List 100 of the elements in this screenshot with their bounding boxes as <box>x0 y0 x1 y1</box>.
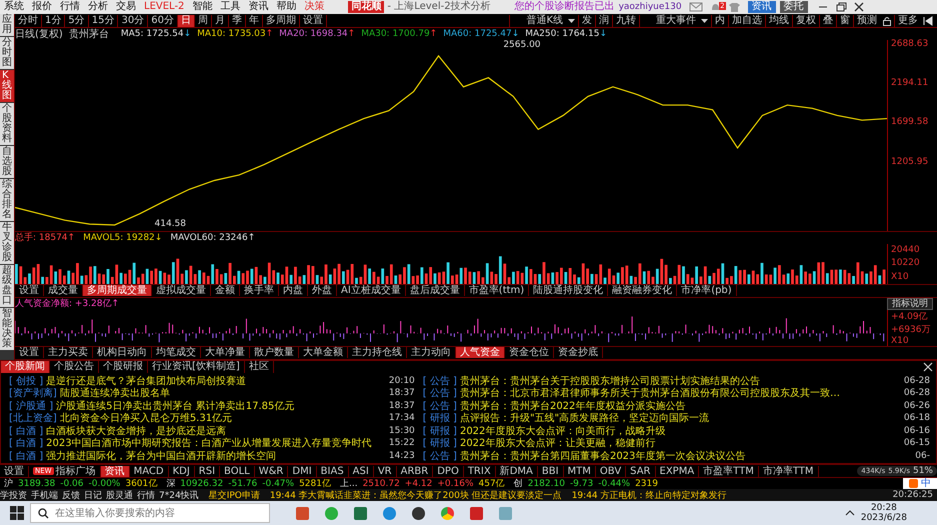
menu-item[interactable]: 资讯 <box>244 1 272 13</box>
indicator-tab[interactable]: DMI <box>288 466 317 476</box>
index-name[interactable]: 沪 <box>4 477 13 490</box>
side-tab[interactable]: 应用 <box>0 14 14 36</box>
period-tab[interactable]: 30分 <box>118 14 148 26</box>
indicator-tab[interactable]: 资金抄底 <box>554 347 603 358</box>
status-link[interactable]: 反馈 <box>62 488 80 502</box>
status-link[interactable]: 行情 <box>137 488 155 502</box>
side-tab[interactable]: 智能决策 <box>0 308 14 350</box>
indicator-tab[interactable]: 大单金额 <box>299 347 348 358</box>
period-tab[interactable]: 设置 <box>300 14 327 26</box>
caret-icon[interactable] <box>567 16 576 25</box>
menu-item[interactable]: 行情 <box>56 1 84 13</box>
indicator-tab[interactable]: 资讯 <box>100 466 130 476</box>
index-name[interactable]: 创 <box>514 477 523 490</box>
indicator-tab[interactable]: 陆股通持股变化 <box>529 285 608 296</box>
indicator-tab[interactable]: BIAS <box>316 466 349 476</box>
bell-icon[interactable] <box>710 2 721 12</box>
chart-tool-button[interactable]: 更多 <box>894 14 921 26</box>
news-tab[interactable]: 个股新闻 <box>1 361 50 373</box>
indicator-tab[interactable]: BOLL <box>220 466 255 476</box>
indicator-tab[interactable]: OBV <box>596 466 626 476</box>
period-tab[interactable]: 15分 <box>88 14 118 26</box>
indicator-tab[interactable]: 内盘 <box>279 285 308 296</box>
notice-link[interactable]: 您的个股诊断报告已出 <box>514 1 615 13</box>
index-name[interactable]: 上... <box>340 477 358 490</box>
status-link[interactable]: 股灵通 <box>106 488 133 502</box>
news-ticker[interactable]: 19:44 方正电机：终止向特定对象发行 <box>572 488 727 502</box>
chart-tool-button[interactable]: 润 <box>595 14 612 26</box>
news-tab[interactable]: 社区 <box>244 361 274 373</box>
period-tab[interactable]: 月 <box>212 14 229 26</box>
indicator-tab[interactable]: RSI <box>194 466 220 476</box>
status-link[interactable]: 7*24快讯 <box>159 488 199 502</box>
menu-item[interactable]: LEVEL-2 <box>140 1 188 13</box>
indicator-tab[interactable]: 大单净量 <box>201 347 250 358</box>
news-headline[interactable]: 贵州茅台：贵州茅台关于控股股东增持公司股票计划实施结果的公告 <box>460 374 760 388</box>
menu-item[interactable]: 帮助 <box>272 1 300 13</box>
menu-item[interactable]: 报价 <box>28 1 56 13</box>
news-headline[interactable]: 陆股通连续净卖出股名单 <box>60 386 170 400</box>
indicator-tab[interactable]: 市盈率(ttm) <box>464 285 530 296</box>
header-button[interactable]: 资讯 <box>748 1 776 13</box>
indicator-tab[interactable]: 融资融券变化 <box>608 285 678 296</box>
indicator-tab[interactable]: 盘后成交量 <box>406 285 465 296</box>
indicator-tab[interactable]: EXPMA <box>656 466 700 476</box>
news-headline[interactable]: 2022年度股东大会点评：向美而行，战略升级 <box>460 424 666 438</box>
windows-start-icon[interactable] <box>10 506 24 520</box>
indicator-tab[interactable]: 均笔成交 <box>152 347 201 358</box>
taskbar-date[interactable]: 2023/6/28 <box>860 513 907 523</box>
side-tab[interactable]: 综合排名 <box>0 179 14 221</box>
news-headline[interactable]: 贵州茅台：贵州茅台2022年年度权益分派实施公告 <box>460 398 686 413</box>
collapse-icon[interactable] <box>923 16 935 26</box>
side-tab[interactable]: 个股资料 <box>0 103 14 145</box>
indicator-tab[interactable]: KDJ <box>168 466 195 476</box>
indicator-tab[interactable]: SAR <box>626 466 656 476</box>
news-tab[interactable]: 行业资讯[饮料制造] <box>148 361 245 373</box>
ipo-link[interactable]: 星交IPO申请 <box>208 488 260 502</box>
close-icon[interactable] <box>923 362 933 372</box>
chart-dropdown[interactable]: 普通K线 <box>509 14 565 26</box>
chart-tool-button[interactable]: 发 <box>578 14 595 26</box>
chart-tool-button[interactable]: 九转 <box>612 14 639 26</box>
caret-icon[interactable] <box>844 509 855 517</box>
menu-item[interactable]: 交易 <box>112 1 140 13</box>
indicator-tab[interactable]: 设置 <box>0 466 29 476</box>
indicator-tab[interactable]: 多周期成交量 <box>83 285 152 296</box>
indicator-tab[interactable]: 市净率TTM <box>758 466 819 476</box>
status-link[interactable]: 手机端 <box>31 488 58 502</box>
indicator-tab[interactable]: BBI <box>538 466 564 476</box>
indicator-tab[interactable]: TRIX <box>464 466 496 476</box>
indicator-tab[interactable]: 换手率 <box>240 285 279 296</box>
news-headline[interactable]: 强力推进国际化，茅台为中国白酒开辟新的增长空间 <box>46 448 276 463</box>
chart-tool-button[interactable]: 加自选 <box>728 14 765 26</box>
search-field[interactable]: 在这里输入你要搜索的内容 <box>30 503 270 523</box>
news-tab[interactable]: 个股研报 <box>99 361 148 373</box>
index-name[interactable]: 深 <box>166 477 176 490</box>
menu-item[interactable]: 智能 <box>188 1 216 13</box>
period-tab[interactable]: 季 <box>228 14 246 26</box>
period-tab[interactable]: 日 <box>178 14 195 26</box>
side-tab[interactable]: K线图 <box>0 70 14 102</box>
taskbar-time[interactable]: 20:28 <box>870 503 897 513</box>
news-headline[interactable]: 2023中国白酒市场中期研究报告：白酒产业从增量发展进入存量竞争时代 <box>46 436 372 450</box>
news-headline[interactable]: 北向资金今日净买入昆仑万维5.31亿元 <box>60 411 232 426</box>
indicator-tab[interactable]: 设置 <box>15 285 44 296</box>
caret-icon[interactable] <box>700 16 709 25</box>
menu-item[interactable]: 决策 <box>300 1 328 13</box>
period-tab[interactable]: 1分 <box>42 14 66 26</box>
status-link[interactable]: 日记 <box>84 488 102 502</box>
side-tab[interactable]: 牛叉诊股 <box>0 222 14 264</box>
news-headline[interactable]: 点评报告：升级"五线"高质发展路径，坚定迈向国际一流 <box>460 411 710 426</box>
period-tab[interactable]: 周 <box>194 14 212 26</box>
indicator-tab[interactable]: ASI <box>348 466 374 476</box>
indicator-tab[interactable]: VR <box>374 466 397 476</box>
chart-tool-button[interactable]: 叠 <box>819 14 836 26</box>
header-button[interactable]: 委托 <box>780 1 808 13</box>
indicator-tab[interactable]: MACD <box>130 466 169 476</box>
news-headline[interactable]: 沪股通连续5日净卖出贵州茅台 累计净卖出17.85亿元 <box>56 398 294 413</box>
indicator-tab[interactable]: 虚拟成交量 <box>152 285 211 296</box>
indicator-tab[interactable]: 散户数量 <box>250 347 299 358</box>
menu-item[interactable]: 工具 <box>216 1 244 13</box>
news-headline[interactable]: 贵州茅台：贵州茅台第四届董事会2023年度第一次会议决议公告 <box>460 448 746 463</box>
side-tab[interactable]: 自选股 <box>0 146 14 178</box>
